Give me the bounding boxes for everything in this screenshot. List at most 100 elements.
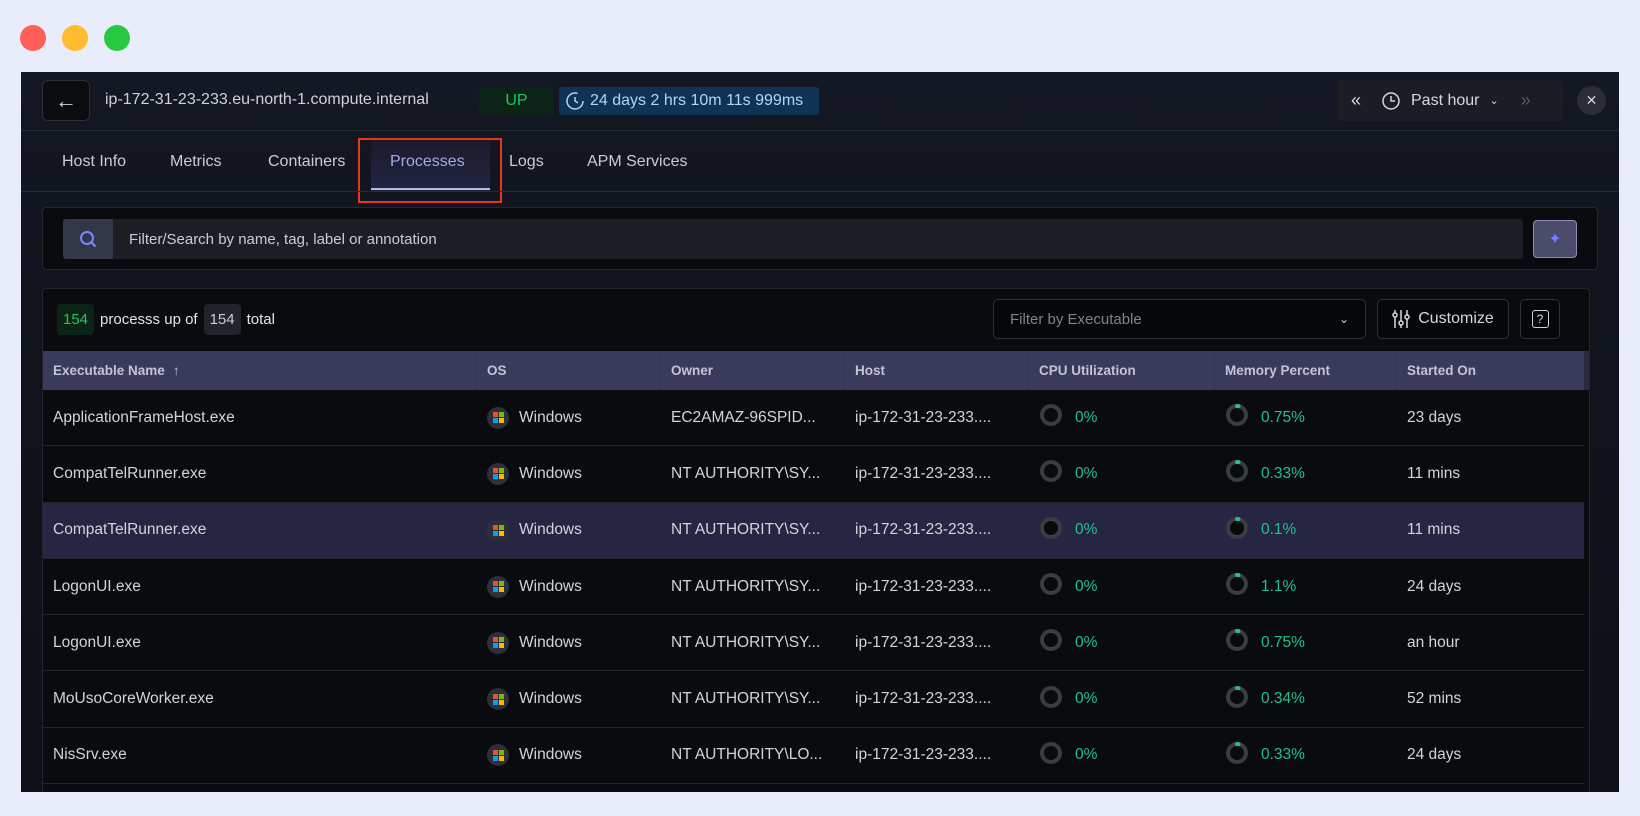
minimize-window-dot[interactable]	[62, 25, 88, 51]
search-icon	[63, 219, 113, 259]
clock-icon	[566, 92, 584, 110]
memory-cell: 0.75%	[1215, 615, 1397, 670]
maximize-window-dot[interactable]	[104, 25, 130, 51]
table-header: Executable Name ↑ OS Owner Host CPU Utili…	[43, 351, 1584, 390]
help-icon: ?	[1531, 310, 1549, 328]
table-row[interactable]: CompatTelRunner.exe Windows NT AUTHORITY…	[43, 502, 1584, 559]
help-button[interactable]: ?	[1520, 299, 1560, 339]
search-placeholder: Filter/Search by name, tag, label or ann…	[129, 230, 437, 248]
uptime-badge: 24 days 2 hrs 10m 11s 999ms	[559, 87, 819, 115]
memory-cell: 0.1%	[1215, 503, 1397, 558]
tab-host-info[interactable]: Host Info	[62, 151, 126, 173]
column-header-host[interactable]: Host	[845, 351, 1029, 390]
sort-ascending-icon: ↑	[172, 363, 180, 378]
executable-filter-select[interactable]: Filter by Executable ⌄	[993, 299, 1366, 339]
tab-containers[interactable]: Containers	[268, 151, 345, 173]
memory-cell: 0.34%	[1215, 671, 1397, 726]
host-cell: ip-172-31-23-233....	[855, 408, 992, 426]
windows-icon	[487, 575, 509, 598]
owner-cell: NT AUTHORITY\SY...	[671, 633, 821, 651]
sliders-icon	[1392, 310, 1410, 328]
owner-cell: NT AUTHORITY\SY...	[671, 577, 821, 595]
memory-cell: 0.33%	[1215, 446, 1397, 501]
owner-cell: NT AUTHORITY\SY...	[671, 521, 821, 539]
highlight-box	[358, 138, 502, 203]
table-row[interactable]: LogonUI.exe Windows NT AUTHORITY\SY... i…	[43, 559, 1584, 616]
table-row[interactable]: NisSrv.exe Windows NT AUTHORITY\LO... ip…	[43, 728, 1584, 785]
memory-gauge-icon	[1225, 459, 1261, 488]
column-header-owner[interactable]: Owner	[661, 351, 845, 390]
hostname: ip-172-31-23-233.eu-north-1.compute.inte…	[105, 91, 429, 108]
table-row[interactable]: MoUsoCoreWorker.exe Windows NT AUTHORITY…	[43, 671, 1584, 728]
cpu-cell: 0%	[1029, 728, 1215, 783]
column-header-memory[interactable]: Memory Percent	[1215, 351, 1397, 390]
processes-table-panel: 154 processs up of 154 total Filter by E…	[42, 288, 1590, 792]
cpu-gauge-icon	[1039, 572, 1075, 601]
table-row[interactable]: LogonUI.exe Windows NT AUTHORITY\SY... i…	[43, 615, 1584, 672]
cpu-gauge-icon	[1039, 685, 1075, 714]
os-cell: Windows	[477, 728, 661, 783]
memory-gauge-icon	[1225, 685, 1261, 714]
memory-cell: 1.1%	[1215, 559, 1397, 614]
table-row[interactable]: ApplicationFrameHost.exe Windows EC2AMAZ…	[43, 390, 1584, 447]
owner-cell: EC2AMAZ-96SPID...	[671, 408, 816, 426]
close-button[interactable]: ✕	[1577, 86, 1606, 115]
column-header-started-on[interactable]: Started On	[1397, 351, 1584, 390]
uptime-text: 24 days 2 hrs 10m 11s 999ms	[590, 92, 804, 109]
column-header-cpu[interactable]: CPU Utilization	[1029, 351, 1215, 390]
table-row[interactable]: CompatTelRunner.exe Windows NT AUTHORITY…	[43, 446, 1584, 503]
memory-gauge-icon	[1225, 516, 1261, 545]
started-on-cell: 52 mins	[1407, 690, 1462, 708]
header-divider	[21, 130, 1619, 131]
scrollbar[interactable]	[1584, 351, 1589, 390]
search-panel: Filter/Search by name, tag, label or ann…	[42, 207, 1598, 270]
close-window-dot[interactable]	[20, 25, 46, 51]
cpu-cell: 0%	[1029, 390, 1215, 445]
ai-assist-button[interactable]: ✦	[1533, 220, 1577, 258]
previous-range-button[interactable]: «	[1337, 90, 1375, 111]
time-range-select[interactable]: Past hour	[1411, 92, 1479, 110]
cpu-gauge-icon	[1039, 459, 1075, 488]
executable-name-cell: NisSrv.exe	[53, 746, 127, 764]
owner-cell: NT AUTHORITY\SY...	[671, 690, 821, 708]
back-button[interactable]: ←	[42, 80, 90, 121]
os-cell: Windows	[477, 559, 661, 614]
started-on-cell: 23 days	[1407, 408, 1462, 426]
os-cell: Windows	[477, 390, 661, 445]
os-cell: Windows	[477, 446, 661, 501]
total-count-badge: 154	[203, 303, 241, 335]
time-range-control: « Past hour ⌄ »	[1337, 80, 1563, 121]
executable-name-cell: CompatTelRunner.exe	[53, 521, 207, 539]
memory-gauge-icon	[1225, 741, 1261, 770]
executable-name-cell: LogonUI.exe	[53, 633, 141, 651]
memory-gauge-icon	[1225, 403, 1261, 432]
table-body: ApplicationFrameHost.exe Windows EC2AMAZ…	[43, 390, 1584, 785]
cpu-gauge-icon	[1039, 403, 1075, 432]
close-icon: ✕	[1585, 92, 1598, 108]
cpu-gauge-icon	[1039, 628, 1075, 657]
process-summary: 154 processs up of 154 total	[57, 303, 275, 335]
windows-icon	[487, 688, 509, 711]
host-cell: ip-172-31-23-233....	[855, 464, 992, 482]
host-cell: ip-172-31-23-233....	[855, 746, 992, 764]
memory-gauge-icon	[1225, 628, 1261, 657]
column-header-executable-name[interactable]: Executable Name ↑	[43, 351, 477, 390]
tab-metrics[interactable]: Metrics	[170, 151, 222, 173]
executable-name-cell: ApplicationFrameHost.exe	[53, 408, 235, 426]
executable-name-cell: MoUsoCoreWorker.exe	[53, 690, 214, 708]
owner-cell: NT AUTHORITY\LO...	[671, 746, 823, 764]
started-on-cell: 24 days	[1407, 577, 1462, 595]
search-input[interactable]: Filter/Search by name, tag, label or ann…	[63, 219, 1523, 259]
host-cell: ip-172-31-23-233....	[855, 577, 992, 595]
column-header-os[interactable]: OS	[477, 351, 661, 390]
cpu-cell: 0%	[1029, 503, 1215, 558]
tab-apm-services[interactable]: APM Services	[587, 151, 687, 173]
chevron-down-icon: ⌄	[1489, 95, 1499, 107]
memory-cell: 0.33%	[1215, 728, 1397, 783]
tab-logs[interactable]: Logs	[509, 151, 544, 173]
customize-button[interactable]: Customize	[1377, 299, 1509, 339]
cpu-cell: 0%	[1029, 446, 1215, 501]
windows-icon	[487, 519, 509, 542]
tabs-divider	[21, 191, 1619, 192]
next-range-button[interactable]: »	[1521, 90, 1531, 111]
